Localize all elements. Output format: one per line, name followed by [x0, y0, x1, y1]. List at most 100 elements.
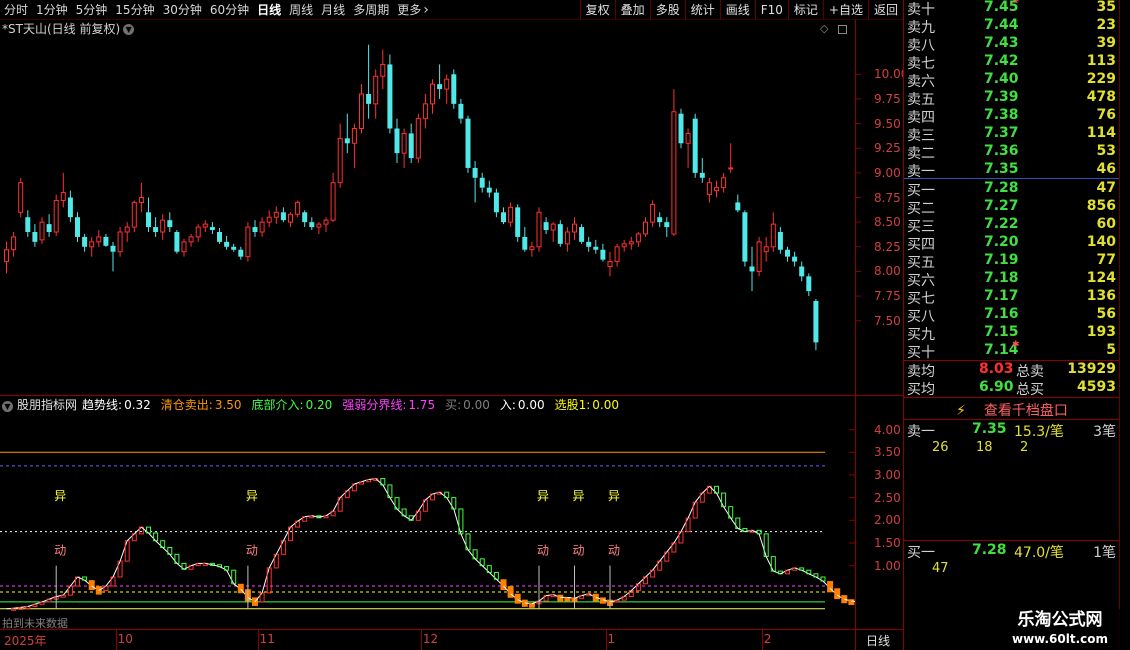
buy-level-row[interactable]: 买四 7.20 140: [904, 234, 1120, 253]
sell-level-row[interactable]: 卖七 7.42 113: [904, 53, 1120, 72]
trend-bar: [366, 478, 372, 483]
sell-level-row[interactable]: 卖六 7.40 229: [904, 71, 1120, 90]
trend-line-segment: [680, 517, 689, 532]
sell-mark-icon: ≈: [1012, 0, 1020, 7]
period-tab-8[interactable]: 月线: [317, 0, 349, 20]
indicator-tick-label: 4.00: [874, 422, 901, 437]
buy-level-row[interactable]: 买八 7.16 56: [904, 306, 1120, 325]
sell-level-row[interactable]: 卖一 7.35 46: [904, 161, 1120, 180]
buy-level-row[interactable]: 买七 7.17 136: [904, 288, 1120, 307]
trend-line-segment: [687, 501, 696, 519]
indicator-number: 0.20: [305, 398, 333, 412]
candle-body: [564, 231, 570, 245]
period-label[interactable]: 日线: [866, 632, 890, 649]
toolbar-button-7[interactable]: +自选: [822, 0, 868, 20]
toolbar-button-3[interactable]: 统计: [684, 0, 720, 20]
period-tab-9[interactable]: 多周期: [349, 0, 393, 20]
sell-queue-price: 7.35: [972, 421, 1007, 437]
sell-level-row[interactable]: 卖三 7.37 114: [904, 125, 1120, 144]
price-chart[interactable]: [0, 20, 903, 395]
candle-body: [238, 249, 244, 257]
period-toolbar: 分时 1分钟 5分钟 15分钟 30分钟 60分钟 日线 周线 月线 多周期 更多 › 复权 叠加 多股统…: [0, 0, 903, 20]
buy-level-volume: 56: [1096, 306, 1116, 322]
candle-body: [138, 197, 144, 203]
period-tab-7[interactable]: 周线: [285, 0, 317, 20]
candle-body: [437, 84, 443, 90]
sell-level-price: 7.40: [984, 71, 1019, 87]
trend-line-segment: [375, 478, 384, 486]
sell-level-price: 7.37: [984, 125, 1019, 141]
buy-queue-orders: 47: [904, 561, 1120, 579]
trend-line-segment: [815, 576, 824, 582]
trend-bar: [60, 594, 66, 598]
period-tab-6[interactable]: 日线: [253, 0, 285, 20]
toolbar-button-4[interactable]: 画线: [719, 0, 755, 20]
chevron-down-icon[interactable]: ▼: [2, 401, 13, 412]
date-tick: [257, 630, 259, 650]
trend-line-segment: [801, 569, 810, 575]
trend-line-segment: [694, 492, 703, 503]
period-tab-10[interactable]: 更多: [393, 0, 425, 20]
toolbar-button-2[interactable]: 多股: [649, 0, 685, 20]
sell-level-row[interactable]: 卖二 7.36 53: [904, 143, 1120, 162]
toolbar-button-1[interactable]: 叠加: [614, 0, 650, 20]
indicator-tick-label: 2.50: [874, 490, 901, 505]
trend-bar: [848, 599, 855, 606]
candle-body: [522, 236, 528, 250]
candle-body: [167, 220, 173, 228]
candle-body: [493, 192, 499, 213]
buy-level-row[interactable]: 买十 7.14 5 ✱: [904, 340, 1120, 361]
candle-body: [501, 212, 506, 223]
trend-line-segment: [133, 526, 142, 535]
candle-body: [160, 219, 166, 233]
indicator-name[interactable]: 股朋指标网: [17, 398, 77, 412]
indicator-number: 3.50: [214, 398, 242, 412]
buy-level-row[interactable]: 买五 7.19 77: [904, 252, 1120, 271]
sell-level-name: 卖三: [907, 128, 935, 144]
trend-bar: [88, 580, 95, 591]
sell-level-row[interactable]: 卖八 7.43 39: [904, 35, 1120, 54]
buy-level-price: 7.20: [984, 234, 1019, 250]
candle-body: [351, 128, 357, 144]
toolbar-button-8[interactable]: 返回: [867, 0, 903, 20]
candle-body: [316, 223, 322, 228]
indicator-chart[interactable]: 异动 异动 异动 异动 异动: [0, 414, 855, 629]
period-tab-1[interactable]: 1分钟: [32, 0, 72, 20]
buy-level-row[interactable]: 买一 7.28 47: [904, 180, 1120, 199]
candle-body: [529, 246, 535, 251]
buy-level-row[interactable]: 买三 7.22 60: [904, 216, 1120, 235]
trend-bar: [359, 481, 364, 485]
toolbar-button-0[interactable]: 复权: [579, 0, 615, 20]
period-tab-4[interactable]: 30分钟: [159, 0, 206, 20]
buy-level-row[interactable]: 买六 7.18 124: [904, 270, 1120, 289]
trend-line-segment: [268, 554, 277, 569]
period-tab-5[interactable]: 60分钟: [206, 0, 253, 20]
period-tabs: 分时 1分钟 5分钟 15分钟 30分钟 60分钟 日线 周线 月线 多周期 更多 ›: [0, 0, 429, 20]
buy-level-volume: 140: [1086, 234, 1116, 250]
candle-body: [231, 246, 237, 250]
trend-line-segment: [460, 533, 469, 550]
candle-body: [366, 94, 372, 104]
period-tab-0[interactable]: 分时: [0, 0, 32, 20]
indicator-value-6: 选股1: 0.00: [555, 398, 624, 412]
sell-level-row[interactable]: 卖十 7.45 35 ≈: [904, 0, 1120, 18]
candle-body: [117, 231, 123, 253]
sell-level-name: 卖五: [907, 92, 935, 108]
sell-level-row[interactable]: 卖五 7.39 478: [904, 89, 1120, 108]
candle-body: [714, 187, 719, 192]
signal-label-yi: 异: [573, 489, 585, 503]
candle-body: [11, 236, 17, 251]
toolbar-button-5[interactable]: F10: [754, 0, 788, 20]
toolbar-button-6[interactable]: 标记: [787, 0, 823, 20]
buy-level-row[interactable]: 买二 7.27 856: [904, 198, 1120, 217]
indicator-tick-label: 3.00: [874, 467, 901, 482]
period-tab-3[interactable]: 15分钟: [111, 0, 158, 20]
chevron-right-icon[interactable]: ›: [423, 2, 429, 18]
period-tab-2[interactable]: 5分钟: [72, 0, 112, 20]
date-tick: [115, 630, 117, 650]
candle-body: [785, 249, 790, 257]
view-depth-button[interactable]: ⚡ 查看千档盘口: [904, 400, 1120, 419]
book-mid-separator: [904, 178, 1120, 179]
sell-level-row[interactable]: 卖九 7.44 23: [904, 17, 1120, 36]
sell-level-row[interactable]: 卖四 7.38 76: [904, 107, 1120, 126]
